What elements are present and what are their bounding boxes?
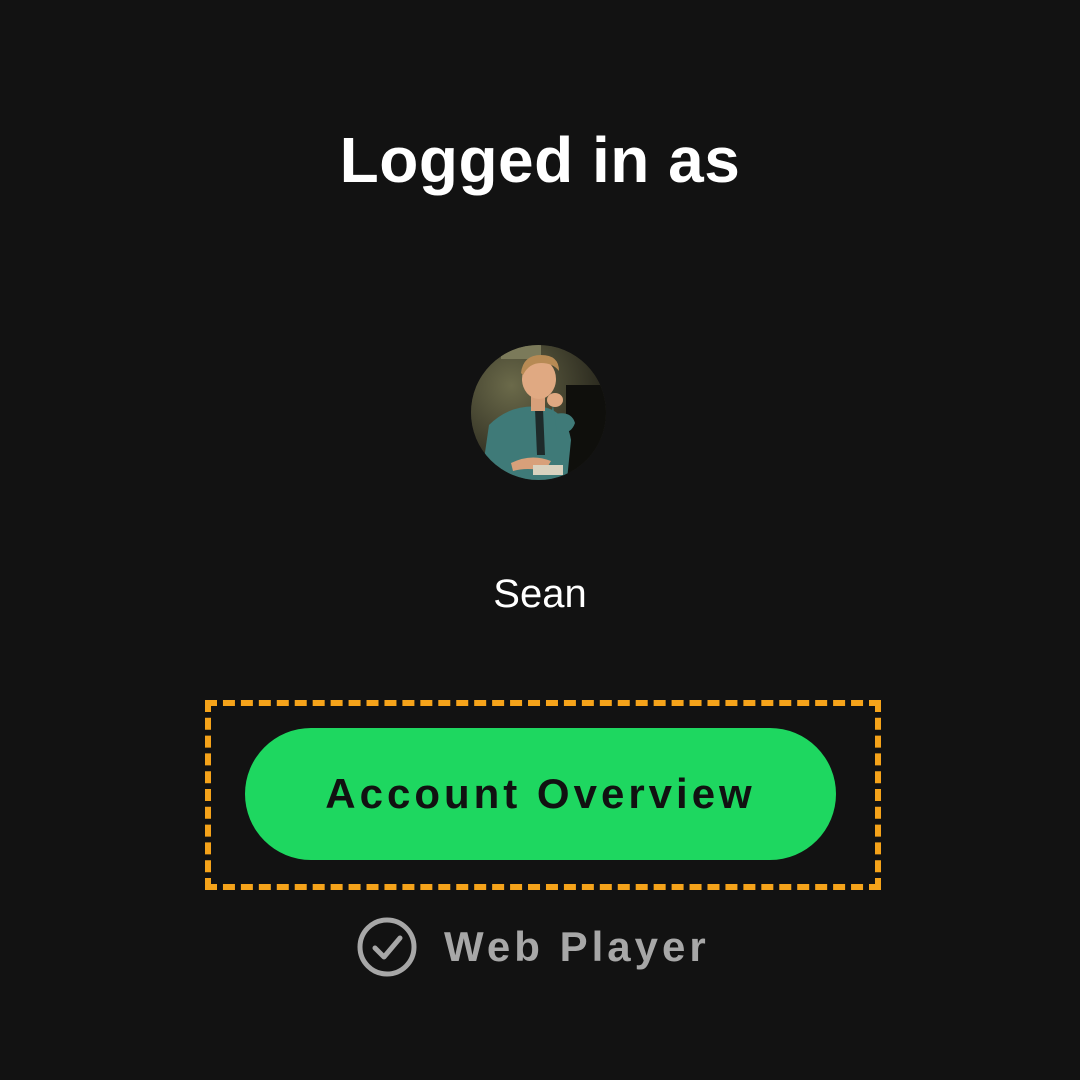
web-player-label: Web Player (444, 923, 710, 970)
page-title: Logged in as (339, 124, 741, 196)
check-circle-icon (357, 917, 417, 977)
user-name: Sean (493, 572, 587, 616)
avatar-illustration (471, 345, 606, 480)
web-player-link[interactable]: Web Player (356, 914, 710, 980)
account-overview-button[interactable]: Account Overview (245, 728, 836, 860)
user-avatar (471, 345, 606, 480)
